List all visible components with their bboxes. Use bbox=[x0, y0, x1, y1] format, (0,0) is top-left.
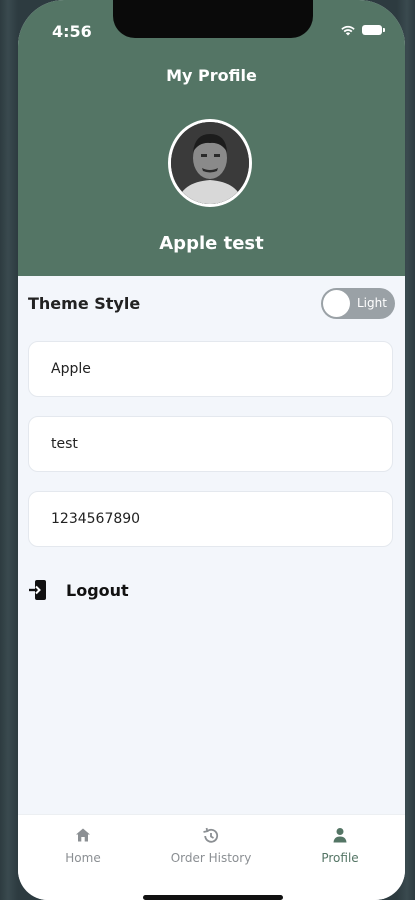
theme-style-label: Theme Style bbox=[28, 294, 141, 313]
phone-field[interactable]: 1234567890 bbox=[28, 491, 393, 547]
first-name-value: Apple bbox=[51, 361, 91, 377]
person-icon bbox=[333, 828, 347, 843]
logout-button[interactable]: Logout bbox=[28, 578, 129, 602]
last-name-value: test bbox=[51, 436, 78, 452]
tab-home[interactable]: Home bbox=[28, 827, 138, 865]
status-time: 4:56 bbox=[52, 22, 92, 41]
tab-profile[interactable]: Profile bbox=[285, 827, 395, 865]
tab-order-history[interactable]: Order History bbox=[156, 827, 266, 865]
first-name-field[interactable]: Apple bbox=[28, 341, 393, 397]
theme-toggle[interactable]: Light bbox=[321, 288, 395, 319]
avatar-photo bbox=[171, 122, 249, 204]
device-frame: 4:56 My Profile Apple test Theme Style L… bbox=[0, 0, 415, 900]
page-title: My Profile bbox=[166, 66, 257, 85]
last-name-field[interactable]: test bbox=[28, 416, 393, 472]
theme-style-row: Theme Style Light bbox=[28, 288, 395, 320]
phone-value: 1234567890 bbox=[51, 511, 141, 527]
history-icon bbox=[203, 827, 219, 843]
toggle-label: Light bbox=[357, 296, 387, 310]
logout-label: Logout bbox=[66, 580, 129, 600]
device-notch bbox=[113, 0, 313, 38]
tab-profile-label: Profile bbox=[321, 851, 359, 865]
tab-order-history-label: Order History bbox=[170, 851, 252, 865]
battery-icon bbox=[362, 25, 385, 35]
bottom-tab-bar: Home Order History Profile bbox=[18, 814, 405, 900]
user-name: Apple test bbox=[159, 233, 264, 254]
avatar[interactable] bbox=[168, 119, 252, 207]
logout-icon bbox=[29, 580, 46, 600]
home-indicator bbox=[143, 895, 283, 900]
profile-header: 4:56 My Profile Apple test bbox=[18, 0, 405, 276]
phone-screen: 4:56 My Profile Apple test Theme Style L… bbox=[18, 0, 405, 900]
wifi-icon bbox=[341, 25, 355, 36]
tab-home-label: Home bbox=[65, 851, 101, 865]
home-icon bbox=[76, 828, 90, 842]
status-icons bbox=[340, 24, 385, 36]
toggle-knob bbox=[323, 290, 350, 317]
